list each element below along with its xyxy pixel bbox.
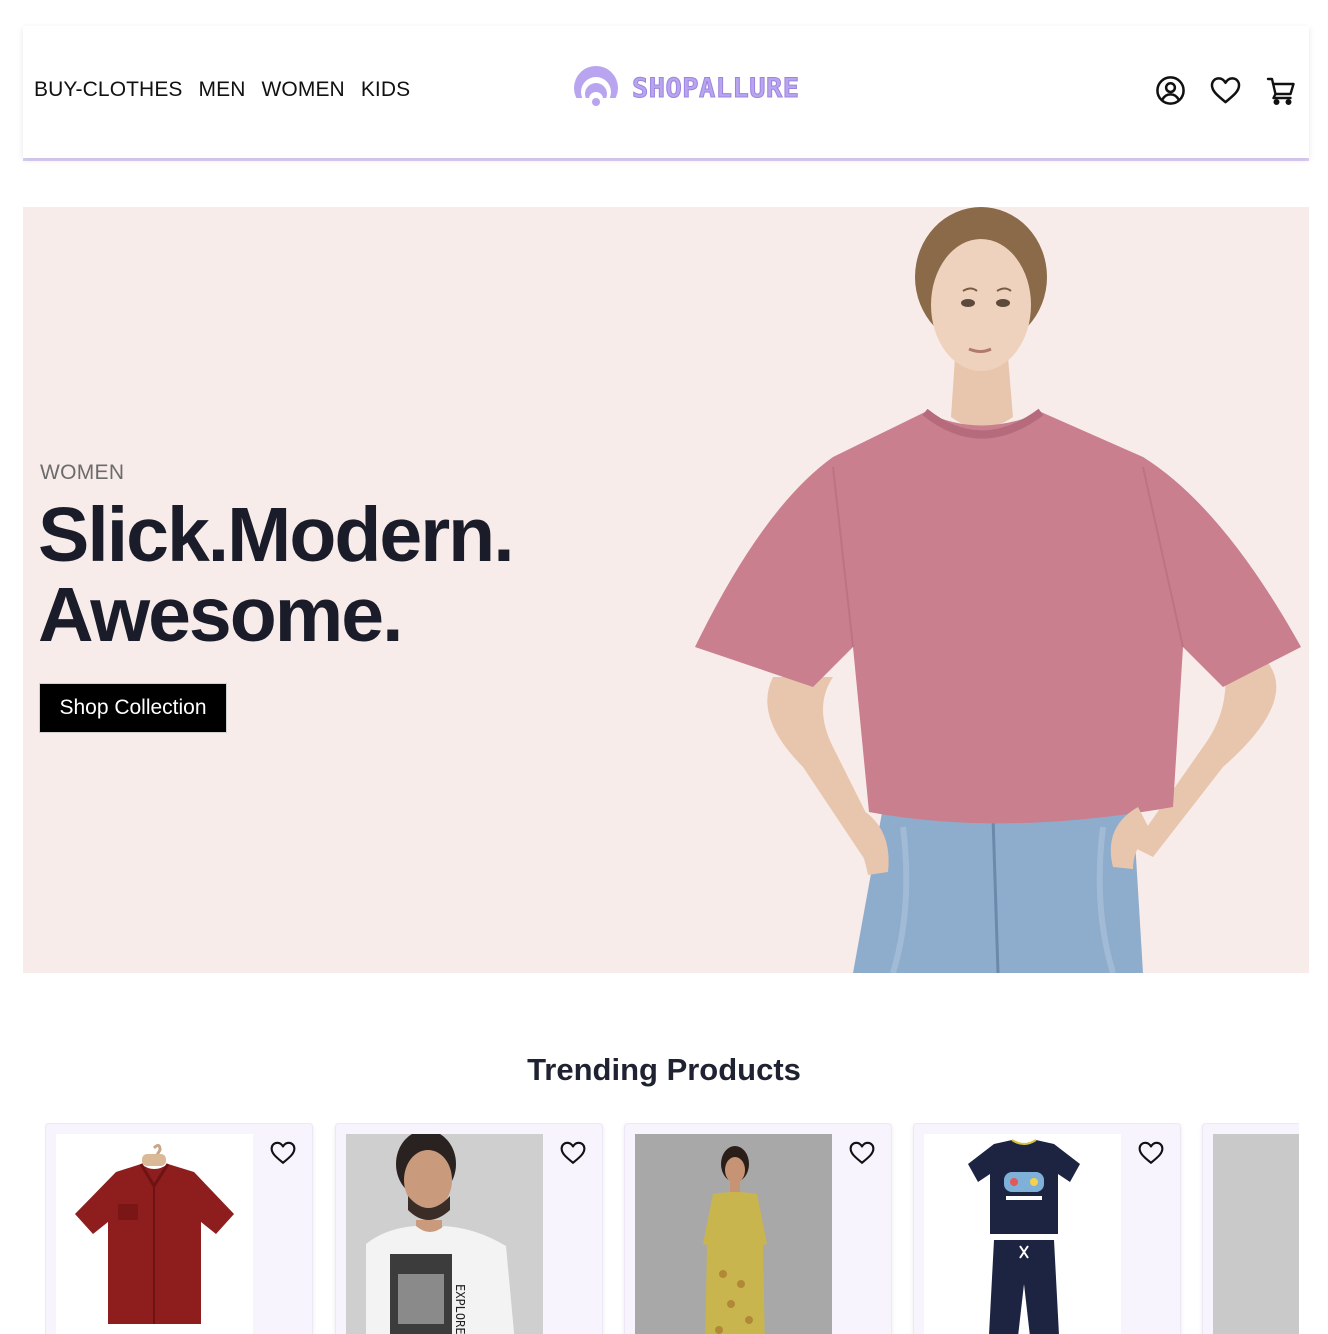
account-icon[interactable]	[1154, 74, 1187, 107]
hero-banner: WOMEN Slick.Modern. Awesome. Shop Collec…	[23, 207, 1309, 973]
shop-collection-button[interactable]: Shop Collection	[39, 683, 227, 733]
brand-logo[interactable]: SHOPALLURE	[572, 64, 800, 112]
product-image-red-shirt[interactable]	[56, 1134, 253, 1334]
hero-model-image	[695, 207, 1301, 973]
svg-text:EXPLORER: EXPLORER	[453, 1284, 467, 1334]
product-card[interactable]	[913, 1123, 1181, 1334]
nav-kids[interactable]: KIDS	[361, 78, 410, 102]
product-card[interactable]	[624, 1123, 892, 1334]
nav-women[interactable]: WOMEN	[262, 78, 345, 102]
wishlist-heart-icon[interactable]	[1138, 1140, 1164, 1166]
cart-icon[interactable]	[1264, 74, 1297, 107]
hero-category: WOMEN	[40, 461, 125, 484]
main-nav: BUY-CLOTHES MEN WOMEN KIDS	[34, 78, 410, 102]
wishlist-heart-icon[interactable]	[270, 1140, 296, 1166]
hero-title-line1: Slick.Modern.	[38, 492, 515, 578]
logo-icon	[574, 66, 618, 112]
hero-title-line2: Awesome.	[38, 572, 403, 658]
site-header: BUY-CLOTHES MEN WOMEN KIDS SHOPALLURE	[23, 26, 1309, 158]
product-card[interactable]	[1202, 1123, 1299, 1334]
nav-men[interactable]: MEN	[199, 78, 246, 102]
wishlist-heart-icon[interactable]	[849, 1140, 875, 1166]
wishlist-heart-icon[interactable]	[560, 1140, 586, 1166]
trending-products-carousel: EXPLORER	[45, 1123, 1299, 1334]
product-image-woman-yellow-kurta[interactable]	[635, 1134, 832, 1334]
trending-title: Trending Products	[527, 1052, 801, 1087]
product-image-partial[interactable]	[1213, 1134, 1299, 1334]
brand-name: SHOPALLURE	[632, 72, 800, 104]
product-card[interactable]	[45, 1123, 313, 1334]
product-card[interactable]: EXPLORER	[335, 1123, 603, 1334]
header-actions	[1154, 74, 1297, 107]
product-image-kids-navy-set[interactable]	[924, 1134, 1121, 1334]
product-image-man-white-tshirt[interactable]: EXPLORER	[346, 1134, 543, 1334]
hero-title: Slick.Modern. Awesome.	[38, 495, 598, 655]
nav-buy-clothes[interactable]: BUY-CLOTHES	[34, 78, 183, 102]
wishlist-heart-icon[interactable]	[1209, 74, 1242, 107]
